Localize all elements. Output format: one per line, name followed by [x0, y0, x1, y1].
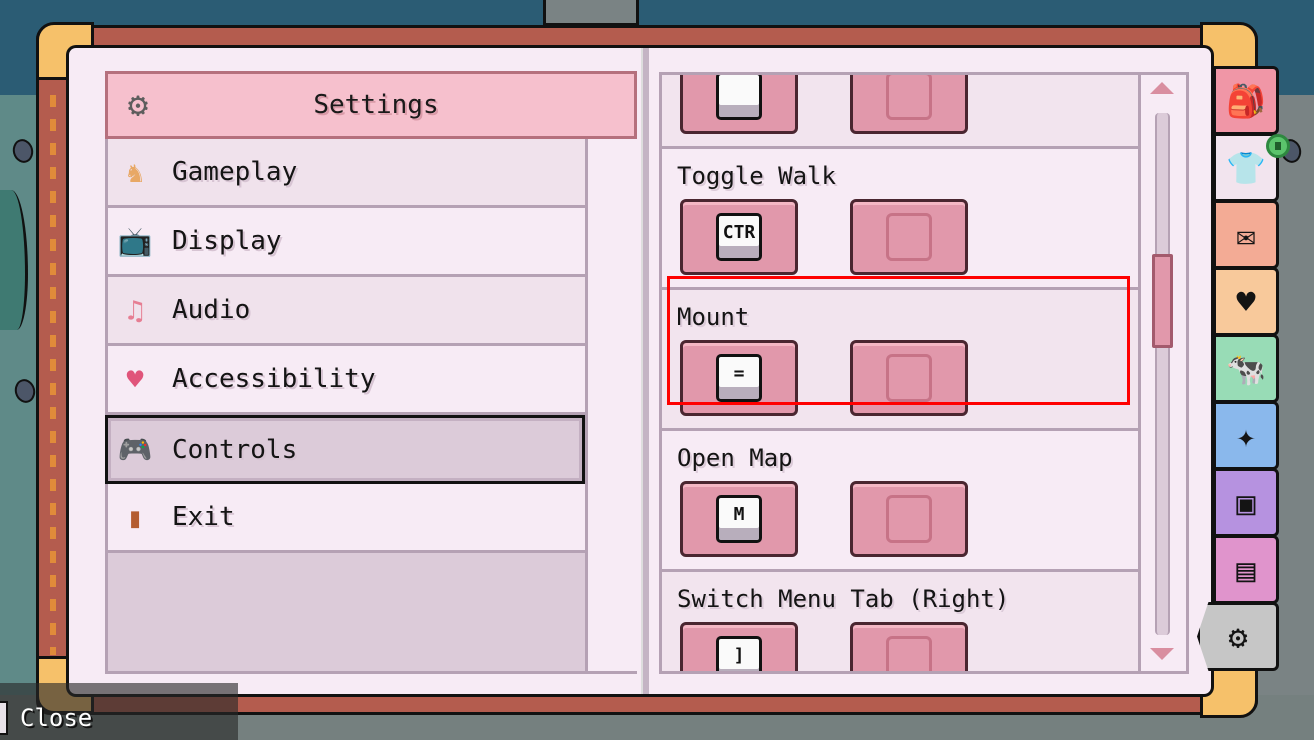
empty-slot-icon: [886, 75, 932, 120]
primary-binding-button[interactable]: =: [680, 340, 798, 416]
heart-icon: ♥: [126, 362, 144, 396]
secondary-binding-button[interactable]: [850, 622, 968, 671]
menu-side-panel: [585, 139, 637, 671]
journal-icon: ▤: [1236, 550, 1256, 589]
control-action-label: Open Map: [677, 444, 793, 472]
gear-icon: ⚙: [127, 85, 149, 125]
tv-icon: 📺: [117, 224, 153, 258]
keycap-icon: =: [716, 354, 762, 402]
scroll-up-arrow-icon[interactable]: [1150, 82, 1174, 94]
binding-slots: M: [677, 481, 1140, 557]
controls-list-panel: Toggle Walk CTR Mount = Open Map M Switch Menu…: [659, 72, 1189, 674]
control-binding-row: Switch Menu Tab (Right)]: [662, 572, 1140, 671]
tab-map[interactable]: ▣: [1213, 468, 1279, 537]
menu-item-label: Gameplay: [172, 157, 298, 187]
map-icon: ▣: [1236, 483, 1256, 522]
tab-relationships[interactable]: ♥: [1213, 267, 1279, 336]
primary-binding-button[interactable]: M: [680, 481, 798, 557]
empty-slot-icon: [886, 354, 932, 402]
settings-header: ⚙ Settings: [105, 71, 637, 139]
scroll-divider: [1138, 72, 1141, 674]
empty-slot-icon: [886, 495, 932, 543]
scrollbar-track[interactable]: [1155, 113, 1170, 635]
control-binding-row: [662, 75, 1140, 149]
tab-skills[interactable]: ✦: [1213, 401, 1279, 470]
menu-item-label: Display: [172, 226, 282, 256]
key-icon: [0, 700, 8, 735]
menu-item-gameplay[interactable]: ♞ Gameplay: [108, 139, 585, 208]
keycap-icon: ]: [716, 636, 762, 671]
empty-slot-icon: [886, 213, 932, 261]
keycap-icon: [716, 75, 762, 120]
tab-settings[interactable]: ⚙: [1197, 602, 1279, 671]
menu-item-label: Audio: [172, 295, 251, 325]
background-stone: [543, 0, 639, 26]
backpack-icon: 🎒: [1226, 81, 1266, 120]
control-action-label: Switch Menu Tab (Right): [677, 585, 1010, 613]
menu-item-audio[interactable]: ♫ Audio: [108, 277, 585, 346]
heart-icon: ♥: [1236, 282, 1256, 321]
settings-category-list: ♞ Gameplay 📺 Display ♫ Audio ♥ Accessibility 🎮 Co…: [105, 139, 585, 553]
menu-item-label: Exit: [172, 502, 235, 532]
menu-item-label: Accessibility: [172, 364, 376, 394]
binding-slots: ]: [677, 622, 1140, 671]
notification-badge: [1266, 134, 1290, 158]
controls-list: Toggle Walk CTR Mount = Open Map M Switch Menu…: [662, 75, 1140, 671]
secondary-binding-button[interactable]: [850, 199, 968, 275]
keycap-icon: M: [716, 495, 762, 543]
tab-inventory[interactable]: 🎒: [1213, 66, 1279, 135]
keycap-icon: CTR: [716, 213, 762, 261]
mail-icon: ✉: [1236, 215, 1256, 254]
secondary-binding-button[interactable]: [850, 75, 968, 134]
menu-tabs: 🎒 👕 ✉ ♥ 🐄 ✦ ▣ ▤ ⚙: [1197, 66, 1290, 671]
book-stitching: [50, 95, 56, 655]
binding-slots: [677, 75, 1140, 134]
sparkle-icon: ✦: [1236, 416, 1256, 455]
primary-binding-button[interactable]: ]: [680, 622, 798, 671]
control-binding-row: Toggle Walk CTR: [662, 149, 1140, 290]
control-binding-row: Mount =: [662, 290, 1140, 431]
chess-knight-icon: ♞: [126, 155, 144, 189]
menu-item-accessibility[interactable]: ♥ Accessibility: [108, 346, 585, 415]
menu-item-controls[interactable]: 🎮 Controls: [105, 415, 585, 484]
music-note-icon: ♫: [126, 293, 144, 327]
secondary-binding-button[interactable]: [850, 340, 968, 416]
tab-journal[interactable]: ▤: [1213, 535, 1279, 604]
door-icon: ▮: [126, 500, 144, 534]
control-action-label: Toggle Walk: [677, 162, 836, 190]
settings-title: Settings: [313, 90, 439, 120]
cow-icon: 🐄: [1226, 349, 1266, 388]
primary-binding-button[interactable]: [680, 75, 798, 134]
tab-character[interactable]: 👕: [1213, 133, 1290, 202]
close-label: Close: [20, 703, 93, 732]
scrollbar-thumb[interactable]: [1152, 254, 1173, 349]
control-binding-row: Open Map M: [662, 431, 1140, 572]
scroll-down-arrow-icon[interactable]: [1150, 648, 1174, 660]
secondary-binding-button[interactable]: [850, 481, 968, 557]
tab-mail[interactable]: ✉: [1213, 200, 1279, 269]
empty-slot-icon: [886, 636, 932, 671]
binding-slots: =: [677, 340, 1140, 416]
gamepad-icon: 🎮: [117, 433, 153, 466]
binding-slots: CTR: [677, 199, 1140, 275]
book-gutter: [641, 48, 649, 694]
menu-item-exit[interactable]: ▮ Exit: [108, 484, 585, 553]
tab-animals[interactable]: 🐄: [1213, 334, 1279, 403]
outfit-icon: 👕: [1226, 148, 1266, 187]
primary-binding-button[interactable]: CTR: [680, 199, 798, 275]
menu-item-display[interactable]: 📺 Display: [108, 208, 585, 277]
menu-item-label: Controls: [172, 434, 298, 465]
control-action-label: Mount: [677, 303, 750, 331]
close-hint[interactable]: Close: [0, 683, 238, 740]
gear-icon: ⚙: [1228, 617, 1248, 656]
